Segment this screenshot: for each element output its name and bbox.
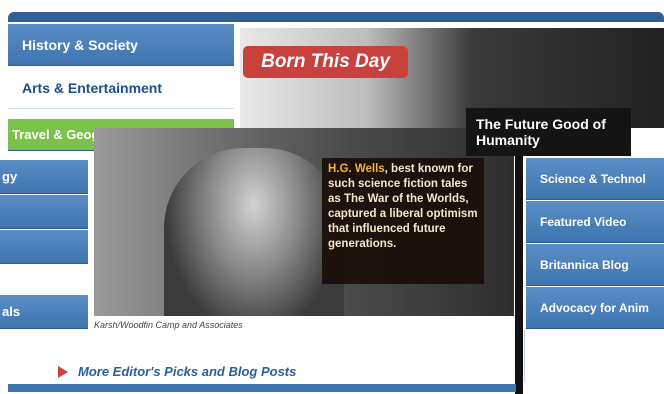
right-nav-advocacy-animals[interactable]: Advocacy for Anim — [526, 287, 664, 329]
nav-item-history-society[interactable]: History & Society — [8, 24, 234, 66]
triangle-right-icon — [58, 365, 68, 378]
right-nav-britannica-blog[interactable]: Britannica Blog — [526, 244, 664, 286]
nav-item-partial-4[interactable]: als — [0, 295, 88, 329]
right-nav-label: Britannica Blog — [540, 257, 629, 272]
feature-caption: H.G. Wells, best known for such science … — [322, 158, 484, 284]
nav-item-arts-entertainment[interactable]: Arts & Entertainment — [8, 67, 234, 109]
nav-item-label: History & Society — [22, 36, 138, 53]
right-panel-blank — [524, 330, 664, 382]
nav-item-label: gy — [2, 169, 18, 184]
caption-link[interactable]: H.G. Wells — [328, 163, 385, 175]
nav-item-label: als — [2, 304, 21, 319]
portrait-figure — [164, 148, 344, 316]
more-editors-picks-link[interactable]: More Editor's Picks and Blog Posts — [58, 364, 296, 379]
nav-item-partial-3[interactable] — [0, 230, 88, 264]
photo-credit: Karsh/Woodfin Camp and Associates — [94, 320, 243, 330]
bottom-rule — [8, 384, 516, 392]
more-link-label: More Editor's Picks and Blog Posts — [78, 364, 297, 379]
born-this-day-tab[interactable]: Born This Day — [243, 46, 408, 78]
right-nav-label: Advocacy for Anim — [540, 300, 649, 315]
right-nav-featured-video[interactable]: Featured Video — [526, 201, 664, 243]
right-nav-label: Science & Technol — [540, 171, 646, 186]
right-nav-label: Featured Video — [540, 214, 627, 229]
caption-text: , best known for such science fiction ta… — [328, 163, 478, 250]
nav-item-partial-2[interactable] — [0, 195, 88, 229]
nav-item-partial-1[interactable]: gy — [0, 160, 88, 194]
editors-picks-module: History & Society Arts & Entertainment T… — [0, 0, 664, 394]
tab-label: Born This Day — [261, 51, 390, 72]
nav-item-label: Arts & Entertainment — [22, 79, 163, 96]
column-divider — [515, 156, 523, 394]
headline-text: The Future Good of Humanity — [476, 116, 606, 148]
feature-headline[interactable]: The Future Good of Humanity — [466, 108, 631, 156]
right-nav-science-technology[interactable]: Science & Technol — [526, 158, 664, 200]
top-rule — [8, 12, 664, 22]
